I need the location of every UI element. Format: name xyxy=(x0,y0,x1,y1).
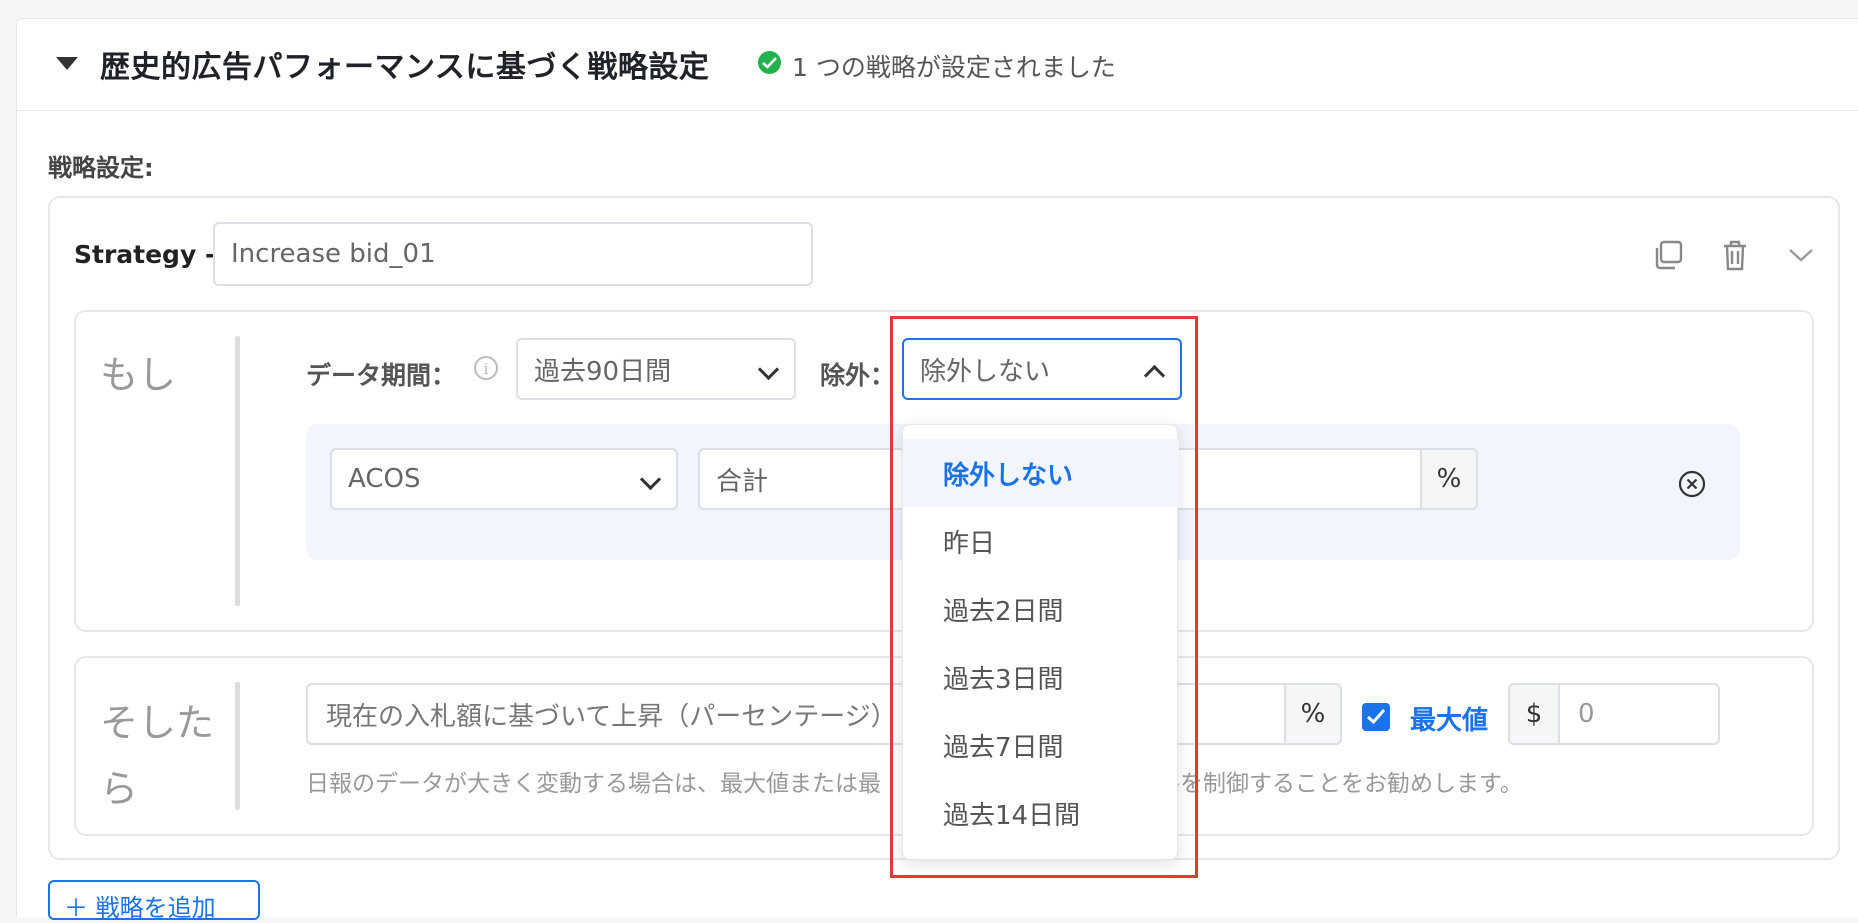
metric-select[interactable]: ACOS xyxy=(330,448,678,510)
collapse-caret-icon[interactable] xyxy=(56,57,78,70)
section-title: 歴史的広告パフォーマンスに基づく戦略設定 xyxy=(100,50,710,85)
metric-value: ACOS xyxy=(348,464,421,494)
currency-addon: $ xyxy=(1508,683,1560,745)
then-unit: % xyxy=(1284,683,1342,745)
aggregation-select[interactable]: 合計 xyxy=(698,448,918,510)
aggregation-value: 合計 xyxy=(716,466,769,497)
if-divider xyxy=(235,336,240,606)
info-icon: i xyxy=(474,356,498,380)
max-value-label: 最大値 xyxy=(1410,706,1489,736)
copy-icon[interactable] xyxy=(1652,238,1686,272)
chevron-down-icon xyxy=(757,358,780,381)
then-label-line2: ら xyxy=(100,767,139,811)
then-divider xyxy=(235,682,240,810)
then-label: そした xyxy=(100,701,215,745)
exclude-label: 除外： xyxy=(820,361,896,390)
strategy-settings-label: 戦略設定: xyxy=(48,154,154,182)
data-period-label: データ期間： xyxy=(306,361,457,390)
condition-value-input[interactable] xyxy=(1170,448,1424,510)
strategy-label: Strategy - xyxy=(74,240,216,269)
data-period-value: 過去90日間 xyxy=(534,356,672,387)
status-text: 1 つの戦略が設定されました xyxy=(792,53,1116,82)
strategy-name-input[interactable]: Increase bid_01 xyxy=(213,222,813,286)
max-value-checkbox[interactable] xyxy=(1362,703,1390,731)
max-value-input[interactable]: 0 xyxy=(1558,683,1720,745)
if-label: もし xyxy=(100,353,177,397)
chevron-down-icon[interactable] xyxy=(1784,238,1818,272)
chevron-down-icon xyxy=(639,468,662,491)
check-circle-icon xyxy=(758,51,781,74)
remove-condition-icon[interactable] xyxy=(1678,470,1706,498)
condition-unit: % xyxy=(1420,448,1478,510)
data-period-select[interactable]: 過去90日間 xyxy=(516,338,796,400)
trash-icon[interactable] xyxy=(1718,238,1752,272)
header-divider xyxy=(16,110,1858,111)
add-strategy-button[interactable]: ＋ 戦略を追加 xyxy=(48,880,260,922)
highlight-box xyxy=(890,316,1198,878)
